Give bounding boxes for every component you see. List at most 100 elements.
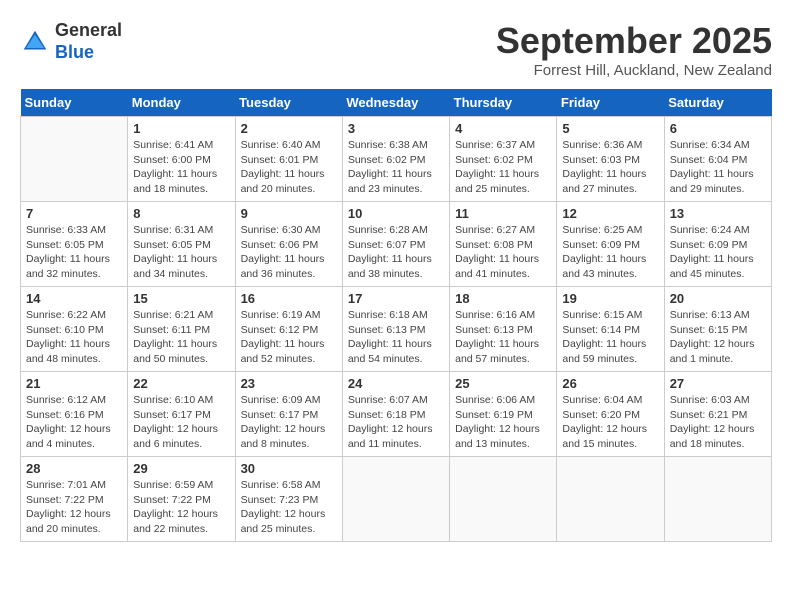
day-info: Sunrise: 6:24 AM Sunset: 6:09 PM Dayligh… bbox=[670, 223, 766, 282]
day-number: 22 bbox=[133, 376, 229, 391]
calendar-cell: 2Sunrise: 6:40 AM Sunset: 6:01 PM Daylig… bbox=[235, 117, 342, 202]
logo-blue-text: Blue bbox=[55, 42, 94, 62]
day-number: 13 bbox=[670, 206, 766, 221]
calendar-cell: 6 Sunrise: 6:34 AM Sunset: 6:04 PM Daylig… bbox=[664, 117, 771, 202]
day-info: Sunrise: 6:06 AM Sunset: 6:19 PM Dayligh… bbox=[455, 393, 551, 452]
calendar-header-sunday: Sunday bbox=[21, 89, 128, 117]
day-number: 3 bbox=[348, 121, 444, 136]
calendar-header-monday: Monday bbox=[128, 89, 235, 117]
day-number: 6 bbox=[670, 121, 766, 136]
day-info: Sunrise: 6:41 AM Sunset: 6:00 PM Dayligh… bbox=[133, 138, 229, 197]
day-number: 8 bbox=[133, 206, 229, 221]
day-number: 15 bbox=[133, 291, 229, 306]
day-info: Sunrise: 6:13 AM Sunset: 6:15 PM Dayligh… bbox=[670, 308, 766, 367]
day-info: Sunrise: 6:27 AM Sunset: 6:08 PM Dayligh… bbox=[455, 223, 551, 282]
day-info: Sunrise: 6:33 AM Sunset: 6:05 PM Dayligh… bbox=[26, 223, 122, 282]
calendar-cell: 28 Sunrise: 7:01 AM Sunset: 7:22 PM Dayli… bbox=[21, 457, 128, 542]
page-header: General Blue September 2025 Forrest Hill… bbox=[20, 20, 772, 79]
calendar-cell: 3Sunrise: 6:38 AM Sunset: 6:02 PM Daylig… bbox=[342, 117, 449, 202]
calendar-cell: 16Sunrise: 6:19 AM Sunset: 6:12 PM Dayli… bbox=[235, 287, 342, 372]
calendar-cell: 8Sunrise: 6:31 AM Sunset: 6:05 PM Daylig… bbox=[128, 202, 235, 287]
calendar-header-saturday: Saturday bbox=[664, 89, 771, 117]
day-info: Sunrise: 6:58 AM Sunset: 7:23 PM Dayligh… bbox=[241, 478, 337, 537]
calendar-cell: 14 Sunrise: 6:22 AM Sunset: 6:10 PM Dayli… bbox=[21, 287, 128, 372]
calendar-header-wednesday: Wednesday bbox=[342, 89, 449, 117]
calendar-cell: 10 Sunrise: 6:28 AM Sunset: 6:07 PM Dayli… bbox=[342, 202, 449, 287]
day-number: 25 bbox=[455, 376, 551, 391]
calendar-cell: 20 Sunrise: 6:13 AM Sunset: 6:15 PM Dayli… bbox=[664, 287, 771, 372]
calendar-cell: 23 Sunrise: 6:09 AM Sunset: 6:17 PM Dayli… bbox=[235, 372, 342, 457]
day-number: 7 bbox=[26, 206, 122, 221]
calendar-cell bbox=[450, 457, 557, 542]
day-number: 21 bbox=[26, 376, 122, 391]
day-info: Sunrise: 6:16 AM Sunset: 6:13 PM Dayligh… bbox=[455, 308, 551, 367]
day-number: 16 bbox=[241, 291, 337, 306]
calendar-cell: 22 Sunrise: 6:10 AM Sunset: 6:17 PM Dayli… bbox=[128, 372, 235, 457]
calendar-table: SundayMondayTuesdayWednesdayThursdayFrid… bbox=[20, 89, 772, 542]
day-info: Sunrise: 6:28 AM Sunset: 6:07 PM Dayligh… bbox=[348, 223, 444, 282]
day-number: 4 bbox=[455, 121, 551, 136]
day-info: Sunrise: 6:10 AM Sunset: 6:17 PM Dayligh… bbox=[133, 393, 229, 452]
calendar-header-row: SundayMondayTuesdayWednesdayThursdayFrid… bbox=[21, 89, 772, 117]
day-number: 14 bbox=[26, 291, 122, 306]
day-number: 20 bbox=[670, 291, 766, 306]
calendar-cell: 25 Sunrise: 6:06 AM Sunset: 6:19 PM Dayli… bbox=[450, 372, 557, 457]
calendar-cell: 18 Sunrise: 6:16 AM Sunset: 6:13 PM Dayli… bbox=[450, 287, 557, 372]
day-info: Sunrise: 7:01 AM Sunset: 7:22 PM Dayligh… bbox=[26, 478, 122, 537]
calendar-cell bbox=[557, 457, 664, 542]
day-number: 17 bbox=[348, 291, 444, 306]
day-number: 5 bbox=[562, 121, 658, 136]
logo: General Blue bbox=[20, 20, 122, 63]
day-number: 30 bbox=[241, 461, 337, 476]
calendar-week-row: 28 Sunrise: 7:01 AM Sunset: 7:22 PM Dayli… bbox=[21, 457, 772, 542]
day-number: 26 bbox=[562, 376, 658, 391]
calendar-cell: 27Sunrise: 6:03 AM Sunset: 6:21 PM Dayli… bbox=[664, 372, 771, 457]
day-number: 23 bbox=[241, 376, 337, 391]
day-number: 9 bbox=[241, 206, 337, 221]
day-number: 19 bbox=[562, 291, 658, 306]
day-info: Sunrise: 6:12 AM Sunset: 6:16 PM Dayligh… bbox=[26, 393, 122, 452]
calendar-cell bbox=[342, 457, 449, 542]
day-info: Sunrise: 6:30 AM Sunset: 6:06 PM Dayligh… bbox=[241, 223, 337, 282]
calendar-week-row: 7 Sunrise: 6:33 AM Sunset: 6:05 PM Daylig… bbox=[21, 202, 772, 287]
calendar-cell: 15 Sunrise: 6:21 AM Sunset: 6:11 PM Dayli… bbox=[128, 287, 235, 372]
calendar-week-row: 21 Sunrise: 6:12 AM Sunset: 6:16 PM Dayli… bbox=[21, 372, 772, 457]
calendar-cell: 13 Sunrise: 6:24 AM Sunset: 6:09 PM Dayli… bbox=[664, 202, 771, 287]
calendar-cell: 12Sunrise: 6:25 AM Sunset: 6:09 PM Dayli… bbox=[557, 202, 664, 287]
calendar-week-row: 1 Sunrise: 6:41 AM Sunset: 6:00 PM Daylig… bbox=[21, 117, 772, 202]
logo-general-text: General bbox=[55, 20, 122, 40]
day-info: Sunrise: 6:18 AM Sunset: 6:13 PM Dayligh… bbox=[348, 308, 444, 367]
calendar-cell: 26Sunrise: 6:04 AM Sunset: 6:20 PM Dayli… bbox=[557, 372, 664, 457]
day-info: Sunrise: 6:07 AM Sunset: 6:18 PM Dayligh… bbox=[348, 393, 444, 452]
day-info: Sunrise: 6:40 AM Sunset: 6:01 PM Dayligh… bbox=[241, 138, 337, 197]
calendar-cell: 29 Sunrise: 6:59 AM Sunset: 7:22 PM Dayli… bbox=[128, 457, 235, 542]
month-title: September 2025 bbox=[496, 20, 772, 62]
day-number: 24 bbox=[348, 376, 444, 391]
day-info: Sunrise: 6:22 AM Sunset: 6:10 PM Dayligh… bbox=[26, 308, 122, 367]
day-info: Sunrise: 6:25 AM Sunset: 6:09 PM Dayligh… bbox=[562, 223, 658, 282]
calendar-week-row: 14 Sunrise: 6:22 AM Sunset: 6:10 PM Dayli… bbox=[21, 287, 772, 372]
calendar-cell bbox=[664, 457, 771, 542]
calendar-header-friday: Friday bbox=[557, 89, 664, 117]
day-info: Sunrise: 6:09 AM Sunset: 6:17 PM Dayligh… bbox=[241, 393, 337, 452]
day-info: Sunrise: 6:59 AM Sunset: 7:22 PM Dayligh… bbox=[133, 478, 229, 537]
calendar-header-tuesday: Tuesday bbox=[235, 89, 342, 117]
day-number: 27 bbox=[670, 376, 766, 391]
day-number: 18 bbox=[455, 291, 551, 306]
day-number: 1 bbox=[133, 121, 229, 136]
calendar-cell: 21 Sunrise: 6:12 AM Sunset: 6:16 PM Dayli… bbox=[21, 372, 128, 457]
calendar-cell: 1 Sunrise: 6:41 AM Sunset: 6:00 PM Daylig… bbox=[128, 117, 235, 202]
logo-icon bbox=[20, 27, 50, 57]
day-number: 28 bbox=[26, 461, 122, 476]
day-info: Sunrise: 6:15 AM Sunset: 6:14 PM Dayligh… bbox=[562, 308, 658, 367]
day-info: Sunrise: 6:36 AM Sunset: 6:03 PM Dayligh… bbox=[562, 138, 658, 197]
day-info: Sunrise: 6:21 AM Sunset: 6:11 PM Dayligh… bbox=[133, 308, 229, 367]
day-number: 10 bbox=[348, 206, 444, 221]
calendar-cell: 9 Sunrise: 6:30 AM Sunset: 6:06 PM Daylig… bbox=[235, 202, 342, 287]
calendar-cell: 5 Sunrise: 6:36 AM Sunset: 6:03 PM Daylig… bbox=[557, 117, 664, 202]
day-info: Sunrise: 6:37 AM Sunset: 6:02 PM Dayligh… bbox=[455, 138, 551, 197]
calendar-cell: 11Sunrise: 6:27 AM Sunset: 6:08 PM Dayli… bbox=[450, 202, 557, 287]
day-info: Sunrise: 6:34 AM Sunset: 6:04 PM Dayligh… bbox=[670, 138, 766, 197]
calendar-cell: 30 Sunrise: 6:58 AM Sunset: 7:23 PM Dayli… bbox=[235, 457, 342, 542]
day-number: 29 bbox=[133, 461, 229, 476]
